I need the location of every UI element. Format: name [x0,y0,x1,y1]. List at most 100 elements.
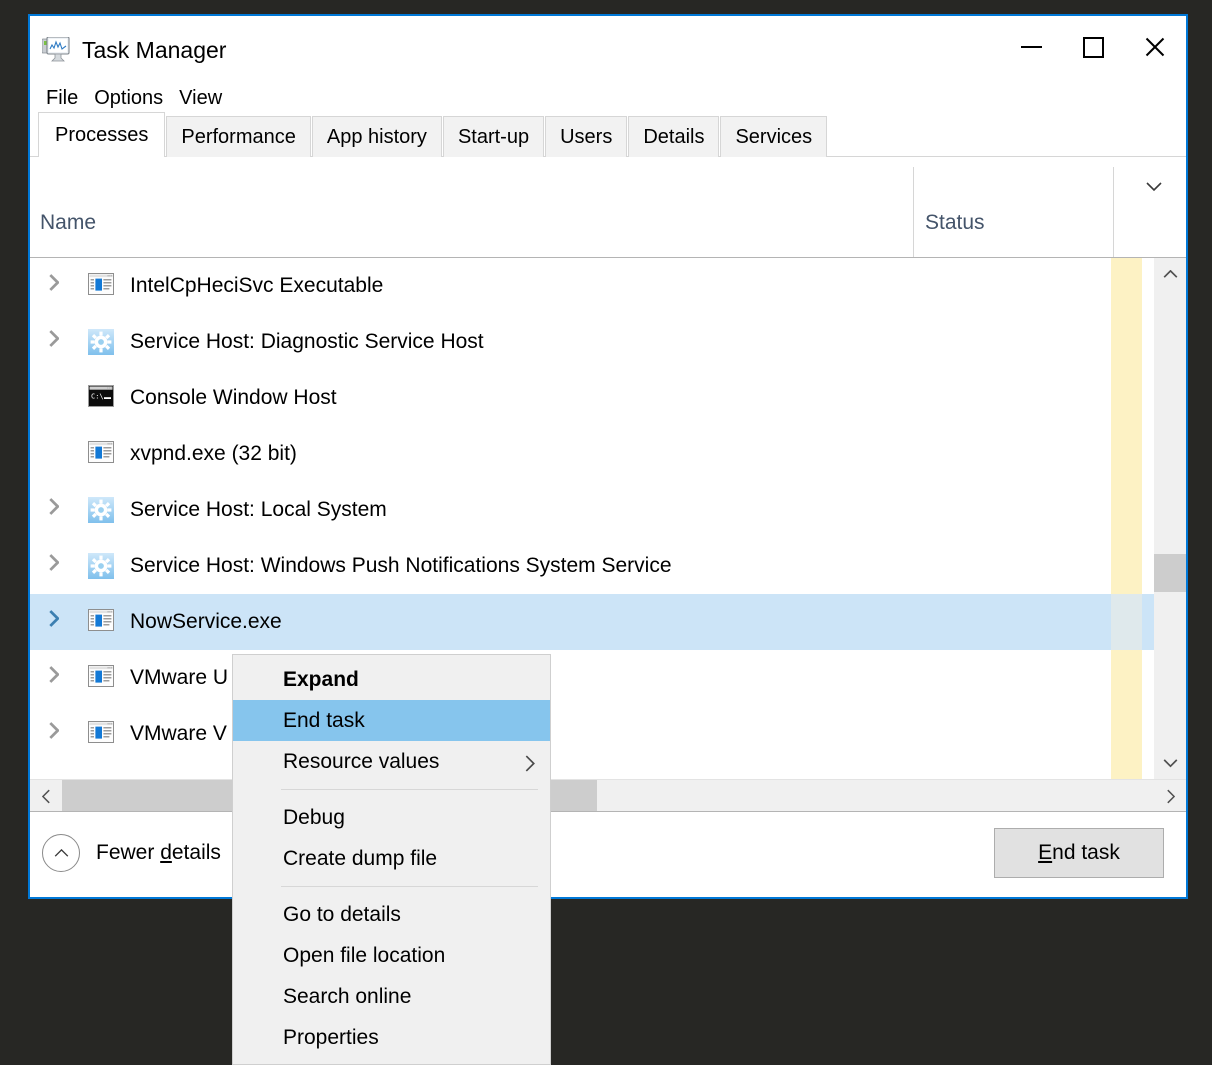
scroll-left-button[interactable] [30,780,62,812]
end-task-label: nd task [1052,841,1120,864]
tab-start-up[interactable]: Start-up [442,116,545,157]
console-icon: C:\ [88,385,114,411]
context-menu-item-label: Search online [283,984,412,1008]
window-title: Task Manager [82,37,227,63]
expand-chevron-right-icon[interactable] [48,665,74,691]
vertical-scrollbar[interactable] [1154,258,1186,779]
process-name-label: NowService.exe [130,610,282,633]
process-name-label: VMware V [130,722,227,745]
app-window-icon [88,273,114,299]
window-controls [1000,16,1186,78]
title-bar: Task Manager [30,16,1186,82]
tab-details[interactable]: Details [628,116,720,157]
process-name-label: IntelCpHeciSvc Executable [130,274,384,297]
minimize-button[interactable] [1000,16,1062,78]
horizontal-scrollbar[interactable] [30,779,1186,812]
process-list: IntelCpHeciSvc Executable Service Host: D… [30,258,1186,779]
column-header-row: Name Status [30,157,1186,258]
table-row[interactable]: VMware U [30,650,1154,706]
submenu-chevron-right-icon [524,754,535,772]
menu-options[interactable]: Options [86,84,171,112]
context-menu-item-label: Resource values [283,749,440,773]
menu-view[interactable]: View [171,84,230,112]
expand-chevron-right-icon[interactable] [48,329,74,355]
gear-icon [88,553,114,579]
close-icon [1143,35,1167,59]
chevron-right-icon [1166,789,1175,803]
task-manager-icon [41,36,70,63]
context-menu-item[interactable]: Go to details [233,894,550,935]
app-window-icon [88,441,114,467]
table-row[interactable]: VMware V [30,706,1154,762]
title-left-group: Task Manager [41,36,227,63]
table-row[interactable]: Service Host: Local System [30,482,1154,538]
context-menu-item[interactable]: Expand [233,659,550,700]
process-name-label: Service Host: Diagnostic Service Host [130,330,484,353]
scroll-down-button[interactable] [1154,747,1186,779]
process-name-label: VMware U [130,666,229,689]
column-divider-status[interactable] [913,167,914,257]
end-task-button[interactable]: End task [994,828,1164,878]
fewer-details-label: Fewer details [96,841,221,865]
table-row[interactable]: C:\ Console Window Host [30,370,1154,426]
tab-users[interactable]: Users [545,116,628,157]
chevron-left-icon [41,789,50,803]
close-button[interactable] [1124,16,1186,78]
context-menu-item[interactable]: Create dump file [233,838,550,879]
maximize-button[interactable] [1062,16,1124,78]
context-menu-item-label: Go to details [283,902,401,926]
expand-chevron-right-icon[interactable] [48,609,74,635]
tab-processes[interactable]: Processes [38,112,166,157]
scroll-up-button[interactable] [1154,258,1186,290]
process-name-label: xvpnd.exe (32 bit) [130,442,297,465]
table-row[interactable]: IntelCpHeciSvc Executable [30,258,1154,314]
minimize-icon [1020,46,1042,48]
fewer-details-prefix: Fewer [96,841,161,864]
column-divider-last[interactable] [1113,167,1114,257]
expand-chevron-right-icon[interactable] [48,553,74,579]
fewer-details-accel: d [160,841,172,864]
table-row[interactable]: Service Host: Windows Push Notifications… [30,538,1154,594]
chevron-up-icon [1163,269,1177,278]
maximize-icon [1082,36,1104,58]
tab-strip: Processes Performance App history Start-… [30,112,1186,157]
menu-separator [281,789,538,790]
task-manager-window: Task Manager File Options View Processes… [28,14,1188,899]
context-menu-item[interactable]: Resource values [233,741,550,782]
column-header-name[interactable]: Name [40,211,96,235]
app-window-icon [88,665,114,691]
expand-chevron-right-icon[interactable] [48,497,74,523]
context-menu-item[interactable]: Search online [233,976,550,1017]
context-menu-item[interactable]: Open file location [233,935,550,976]
context-menu-item-label: Expand [283,667,359,691]
table-row[interactable]: xvpnd.exe (32 bit) [30,426,1154,482]
tab-app-history[interactable]: App history [311,116,442,157]
gear-icon [88,497,114,523]
app-window-icon [88,721,114,747]
tab-performance[interactable]: Performance [166,116,311,157]
chevron-down-icon[interactable] [1146,179,1162,192]
process-name-label: Service Host: Windows Push Notifications… [130,554,672,577]
context-menu-item[interactable]: End task [233,700,550,741]
scroll-right-button[interactable] [1154,780,1186,812]
table-row[interactable]: Service Host: Diagnostic Service Host [30,314,1154,370]
expand-chevron-right-icon[interactable] [48,721,74,747]
column-header-status[interactable]: Status [925,211,985,235]
tab-services[interactable]: Services [720,116,828,157]
menu-separator [281,886,538,887]
context-menu-item-label: Open file location [283,943,446,967]
vertical-scroll-thumb[interactable] [1154,554,1186,592]
table-row[interactable]: NowService.exe [30,594,1154,650]
chevron-down-icon [1163,758,1177,767]
process-rows: IntelCpHeciSvc Executable Service Host: D… [30,258,1154,779]
fewer-details-suffix: etails [171,841,221,864]
status-bar: Fewer details End task [30,811,1186,897]
context-menu-item[interactable]: Debug [233,797,550,838]
menu-bar: File Options View [30,82,1186,114]
context-menu-item[interactable]: Properties [233,1017,550,1058]
expand-chevron-right-icon[interactable] [48,273,74,299]
menu-file[interactable]: File [38,84,86,112]
process-name-label: Console Window Host [130,386,337,409]
fewer-details-button[interactable]: Fewer details [42,834,221,872]
context-menu-item-label: Debug [283,805,345,829]
